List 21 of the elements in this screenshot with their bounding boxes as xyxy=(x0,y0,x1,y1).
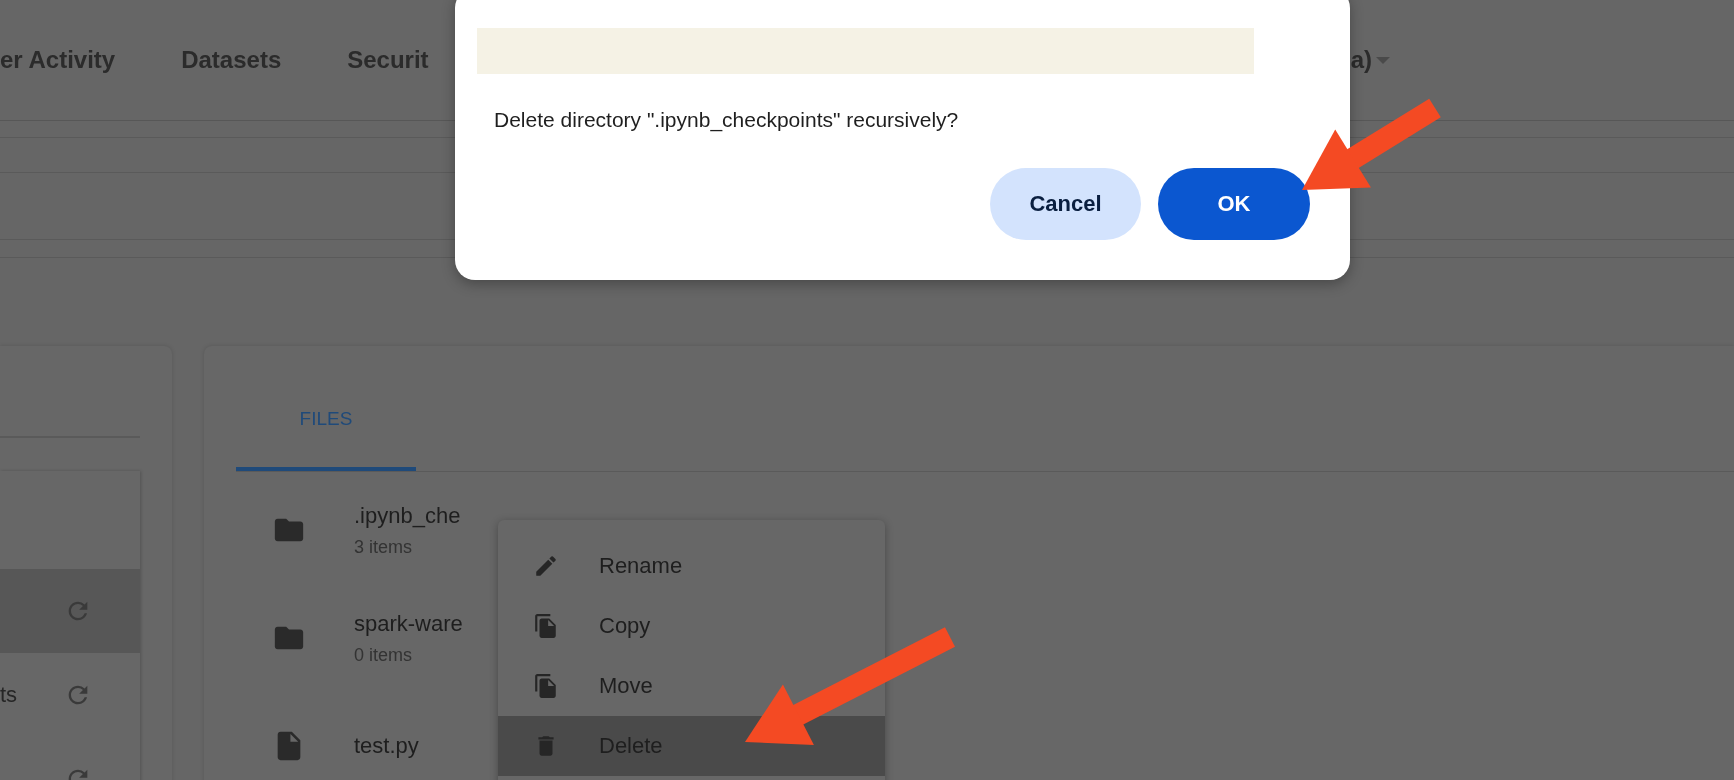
files-tab[interactable]: FILES xyxy=(236,346,416,471)
menu-item[interactable]: Rename xyxy=(498,536,885,596)
user-menu[interactable]: a) xyxy=(1350,46,1390,74)
pencil-icon xyxy=(533,553,559,579)
file-name[interactable]: .ipynb_che xyxy=(354,502,461,529)
file-name[interactable]: spark-ware xyxy=(354,610,463,637)
sidebar-item[interactable]: ts xyxy=(0,653,140,737)
copy-icon xyxy=(533,613,559,639)
caret-icon xyxy=(1376,56,1390,64)
nav-link[interactable]: er Activity xyxy=(0,46,116,74)
menu-item[interactable]: Move xyxy=(498,656,885,716)
nav-link[interactable]: Datasets xyxy=(181,46,282,74)
copy-icon xyxy=(533,673,559,699)
file-name[interactable]: test.py xyxy=(354,733,419,759)
ok-button[interactable]: OK xyxy=(1158,168,1310,240)
menu-item[interactable]: Copy xyxy=(498,596,885,656)
nav-link[interactable]: Securit xyxy=(347,46,429,74)
cancel-button[interactable]: Cancel xyxy=(990,168,1141,240)
sidebar-label: ts xyxy=(0,682,18,708)
sidebar-item[interactable] xyxy=(0,569,140,653)
dialog-message: Delete directory ".ipynb_checkpoints" recursively? xyxy=(494,108,960,132)
